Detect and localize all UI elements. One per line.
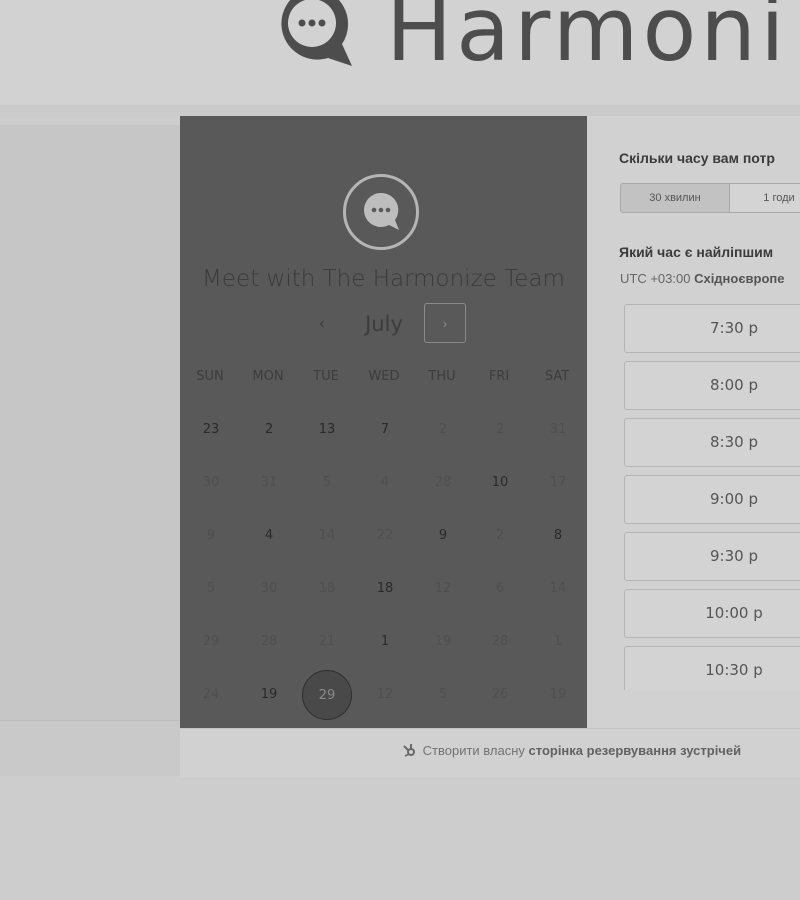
timezone-selector[interactable]: UTC +03:00 Східноєвропе [620, 271, 785, 286]
calendar-day: 24 [202, 687, 220, 702]
booking-panel: Скільки часу вам потр 30 хвилин 1 годи Я… [587, 116, 800, 728]
meeting-title: Meet with The Harmonize Team [202, 266, 565, 292]
calendar-day: 30 [202, 475, 220, 490]
calendar-day: 31 [260, 475, 278, 490]
next-month-button[interactable]: › [424, 303, 466, 343]
calendar-day: 28 [434, 475, 452, 490]
calendar-day[interactable]: 10 [475, 458, 525, 508]
weekday-mon: MON [252, 369, 284, 384]
calendar-day: 5 [322, 475, 332, 490]
calendar-day: 29 [202, 634, 220, 649]
calendar-day[interactable]: 2 [244, 405, 294, 455]
avatar [343, 174, 419, 250]
month-label: July [365, 312, 403, 336]
calendar-day[interactable]: 4 [244, 511, 294, 561]
chat-bubble-icon [364, 192, 399, 230]
page-header: Harmoni [0, 0, 800, 105]
time-slot-button[interactable]: 8:30 p [624, 418, 800, 467]
duration-option-30min[interactable]: 30 хвилин [620, 183, 730, 213]
hubspot-sprocket-icon [403, 744, 415, 757]
footer: Створити власну сторінка резервування зу… [180, 728, 800, 777]
weekday-sun: SUN [196, 369, 224, 384]
calendar-day: 2 [438, 422, 448, 437]
calendar-day[interactable]: 23 [186, 405, 236, 455]
page-left-background [0, 125, 180, 720]
weekday-wed: WED [368, 369, 400, 384]
brand-name: Harmoni [386, 0, 789, 81]
time-question: Який час є найліпшим [619, 244, 774, 260]
time-slot-button[interactable]: 8:00 p [624, 361, 800, 410]
calendar-day: 14 [318, 528, 336, 543]
calendar-day[interactable]: 13 [302, 405, 352, 455]
calendar-day: 21 [318, 634, 336, 649]
calendar-day: 9 [206, 528, 216, 543]
calendar-day: 5 [438, 687, 448, 702]
create-booking-page-link[interactable]: Створити власну сторінка резервування зу… [402, 743, 741, 758]
weekday-fri: FRI [488, 369, 510, 384]
time-slot-button[interactable]: 9:00 p [624, 475, 800, 524]
duration-selector: 30 хвилин 1 годи [620, 183, 800, 213]
timezone-name: Східноєвропе [694, 271, 785, 286]
calendar-day: 1 [553, 634, 563, 649]
calendar-day: 14 [549, 581, 567, 596]
calendar-day: 26 [491, 687, 509, 702]
previous-month-button[interactable]: ‹ [310, 310, 334, 338]
footer-link-bold: сторінка резервування зустрічей [528, 743, 742, 758]
timezone-offset: UTC +03:00 [620, 271, 691, 286]
calendar-day[interactable]: 1 [360, 617, 410, 667]
time-slot-button[interactable]: 7:30 p [624, 304, 800, 353]
calendar-day[interactable]: 7 [360, 405, 410, 455]
calendar-day: 12 [434, 581, 452, 596]
calendar-day: 17 [549, 475, 567, 490]
calendar-day[interactable]: 18 [360, 564, 410, 614]
calendar-day: 4 [380, 475, 390, 490]
calendar-day-selected[interactable]: 29 [302, 670, 352, 720]
calendar-day[interactable]: 9 [418, 511, 468, 561]
calendar-day: 18 [318, 581, 336, 596]
calendar-day: 19 [549, 687, 567, 702]
weekday-tue: TUE [313, 369, 339, 384]
footer-link-prefix: Створити власну [422, 743, 525, 758]
calendar-day: 12 [376, 687, 394, 702]
page-left-footer-background [0, 720, 180, 776]
weekday-sat: SAT [544, 369, 570, 384]
weekday-thu: THU [428, 369, 456, 384]
time-slot-list[interactable]: 7:30 p 8:00 p 8:30 p 9:00 p 9:30 p 10:00 p 10:… [624, 304, 800, 690]
calendar-day: 2 [495, 528, 505, 543]
calendar-day[interactable]: 19 [244, 670, 294, 720]
calendar-day: 28 [491, 634, 509, 649]
time-slot-button[interactable]: 10:00 p [624, 589, 800, 638]
calendar-day: 22 [376, 528, 394, 543]
duration-question: Скільки часу вам потр [619, 150, 775, 166]
weekday-header: SUN MON TUE WED THU FRI SAT [180, 369, 587, 389]
calendar-day[interactable]: 8 [533, 511, 583, 561]
time-slot-button[interactable]: 9:30 p [624, 532, 800, 581]
chat-bubble-logo-icon [266, 0, 358, 70]
calendar-day: 30 [260, 581, 278, 596]
calendar-panel: Meet with The Harmonize Team ‹ July › SU… [180, 116, 587, 728]
calendar-day: 28 [260, 634, 278, 649]
calendar-day: 6 [495, 581, 505, 596]
calendar-day: 5 [206, 581, 216, 596]
time-slot-button[interactable]: 10:30 p [624, 646, 800, 690]
calendar-day: 19 [434, 634, 452, 649]
calendar-day: 2 [495, 422, 505, 437]
duration-option-1h[interactable]: 1 годи [729, 183, 800, 213]
meeting-scheduler: Meet with The Harmonize Team ‹ July › SU… [180, 116, 800, 728]
calendar-day: 31 [549, 422, 567, 437]
